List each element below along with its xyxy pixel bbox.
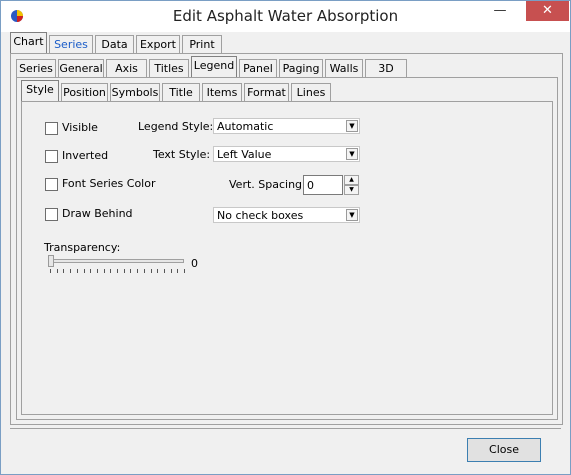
close-window-button[interactable]: ✕ — [526, 1, 569, 21]
tab-symbols[interactable]: Symbols — [110, 83, 160, 101]
edit-chart-dialog: Edit Asphalt Water Absorption — ✕ Chart … — [0, 0, 571, 475]
tab-position[interactable]: Position — [61, 83, 108, 101]
tab-chart[interactable]: Chart — [10, 32, 47, 53]
spin-up-icon[interactable]: ▲ — [344, 175, 359, 185]
slider-tick — [130, 269, 132, 273]
font-series-color-checkbox[interactable] — [45, 178, 58, 191]
slider-tick — [110, 269, 112, 273]
transparency-value: 0 — [191, 257, 198, 270]
tab-format[interactable]: Format — [244, 83, 289, 101]
tab-export[interactable]: Export — [136, 35, 180, 53]
tab-print[interactable]: Print — [182, 35, 222, 53]
transparency-label: Transparency: — [44, 241, 121, 254]
tab-general[interactable]: General — [58, 59, 104, 77]
vert-spacing-spinner[interactable]: 0 ▲ ▼ — [303, 175, 359, 195]
draw-behind-checkbox[interactable] — [45, 208, 58, 221]
tab-3d[interactable]: 3D — [365, 59, 407, 77]
checkbox-style-select[interactable]: No check boxes ▼ — [213, 207, 360, 223]
slider-tick — [70, 269, 72, 273]
bottom-separator — [10, 428, 561, 429]
slider-tick — [157, 269, 159, 273]
inverted-label: Inverted — [62, 149, 109, 162]
slider-tick — [117, 269, 118, 273]
slider-tick — [83, 269, 85, 273]
dropdown-arrow-icon[interactable]: ▼ — [346, 148, 358, 160]
checkbox-style-value: No check boxes — [217, 209, 304, 222]
slider-tick — [50, 269, 51, 273]
slider-tick — [177, 269, 179, 273]
visible-checkbox[interactable] — [45, 122, 58, 135]
title-bar: Edit Asphalt Water Absorption — ✕ — [1, 1, 570, 32]
tab-style[interactable]: Style — [21, 80, 59, 101]
tab-legend[interactable]: Legend — [191, 56, 237, 77]
text-style-label: Text Style: — [153, 148, 211, 161]
slider-tick — [184, 269, 185, 273]
vert-spacing-input[interactable]: 0 — [303, 175, 343, 195]
vert-spacing-value: 0 — [307, 179, 314, 192]
tab-panel[interactable]: Panel — [239, 59, 277, 77]
slider-tick — [150, 269, 152, 273]
tab-items[interactable]: Items — [202, 83, 242, 101]
close-button[interactable]: Close — [467, 438, 541, 462]
slider-tick — [90, 269, 92, 273]
slider-tick — [137, 269, 139, 273]
minimize-button[interactable]: — — [486, 1, 514, 21]
legend-style-label: Legend Style: — [138, 120, 214, 133]
text-style-select[interactable]: Left Value ▼ — [213, 146, 360, 162]
legend-style-select[interactable]: Automatic ▼ — [213, 118, 360, 134]
inverted-checkbox[interactable] — [45, 150, 58, 163]
slider-tick — [123, 269, 125, 273]
window-title: Edit Asphalt Water Absorption — [172, 7, 399, 25]
tab-chart-series[interactable]: Series — [16, 59, 56, 77]
tab-data[interactable]: Data — [95, 35, 134, 53]
transparency-slider-track[interactable] — [48, 259, 184, 263]
slider-tick — [143, 269, 145, 273]
dropdown-arrow-icon[interactable]: ▼ — [346, 209, 358, 221]
draw-behind-label: Draw Behind — [62, 207, 133, 220]
visible-label: Visible — [62, 121, 98, 134]
slider-tick — [170, 269, 172, 273]
tab-series[interactable]: Series — [49, 35, 93, 53]
spin-down-icon[interactable]: ▼ — [344, 185, 359, 195]
text-style-value: Left Value — [217, 148, 272, 161]
slider-tick — [103, 269, 105, 273]
slider-tick — [163, 269, 165, 273]
transparency-slider-thumb[interactable] — [48, 255, 54, 267]
tab-title[interactable]: Title — [162, 83, 200, 101]
vert-spacing-label: Vert. Spacing: — [229, 178, 306, 191]
slider-tick — [56, 269, 58, 273]
tab-walls[interactable]: Walls — [325, 59, 363, 77]
dropdown-arrow-icon[interactable]: ▼ — [346, 120, 358, 132]
tab-paging[interactable]: Paging — [279, 59, 323, 77]
slider-tick — [96, 269, 98, 273]
slider-tick — [63, 269, 65, 273]
transparency-slider-ticks — [50, 269, 185, 274]
tab-titles[interactable]: Titles — [149, 59, 189, 77]
tab-axis[interactable]: Axis — [106, 59, 147, 77]
tab-lines[interactable]: Lines — [291, 83, 331, 101]
legend-style-value: Automatic — [217, 120, 274, 133]
slider-tick — [76, 269, 78, 273]
font-series-color-label: Font Series Color — [62, 177, 156, 190]
